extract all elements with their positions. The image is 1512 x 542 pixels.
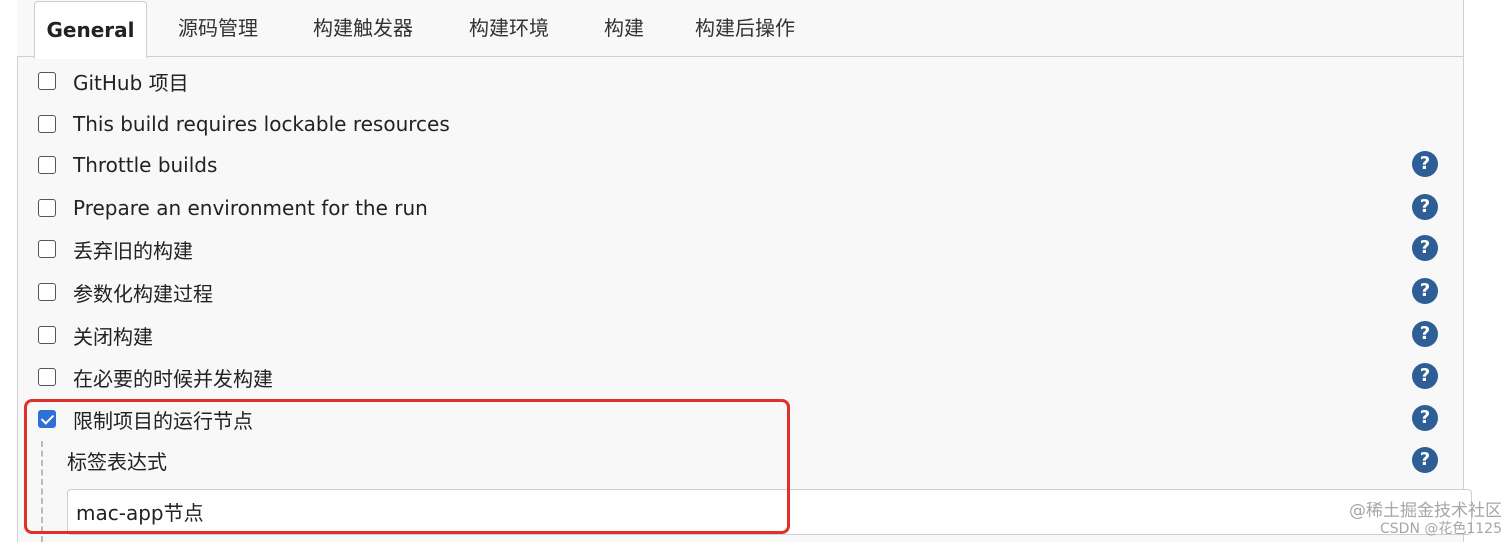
option-label: GitHub 项目	[73, 70, 189, 95]
tab-source-control[interactable]: 源码管理	[178, 0, 258, 56]
option-lockable-resources: This build requires lockable resources	[38, 109, 450, 139]
option-restrict-node: 限制项目的运行节点	[38, 404, 253, 434]
checkbox-lockable-resources[interactable]	[38, 115, 56, 133]
option-prepare-environment: Prepare an environment for the run	[38, 193, 428, 223]
help-icon[interactable]: ?	[1412, 235, 1438, 261]
watermark: @稀土掘金技术社区 CSDN @花色1125	[1349, 502, 1502, 538]
option-label: 丢弃旧的构建	[73, 238, 193, 263]
checkbox-github-project[interactable]	[38, 72, 56, 90]
checkbox-discard-old-builds[interactable]	[38, 240, 56, 258]
label-expression-input[interactable]: mac-app节点	[67, 489, 1472, 535]
tab-post-build-actions[interactable]: 构建后操作	[695, 0, 795, 56]
help-icon[interactable]: ?	[1412, 278, 1438, 304]
option-label: 限制项目的运行节点	[73, 408, 253, 433]
tab-general[interactable]: General	[34, 1, 147, 59]
checkbox-concurrent-builds[interactable]	[38, 368, 56, 386]
help-icon[interactable]: ?	[1412, 194, 1438, 220]
jenkins-job-config: General 源码管理 构建触发器 构建环境 构建 构建后操作 GitHub …	[0, 0, 1512, 542]
tab-build[interactable]: 构建	[604, 0, 644, 56]
checkbox-prepare-environment[interactable]	[38, 199, 56, 217]
option-label: This build requires lockable resources	[73, 112, 450, 136]
config-panel	[17, 0, 1464, 542]
option-concurrent-builds: 在必要的时候并发构建	[38, 362, 273, 392]
checkbox-parameterized-build[interactable]	[38, 283, 56, 301]
watermark-line-1: @稀土掘金技术社区	[1349, 501, 1502, 521]
checkbox-disable-build[interactable]	[38, 326, 56, 344]
checkbox-throttle-builds[interactable]	[38, 156, 56, 174]
option-label: 关闭构建	[73, 324, 153, 349]
watermark-line-2: CSDN @花色1125	[1380, 521, 1502, 537]
label-expression-label: 标签表达式	[67, 450, 167, 474]
option-label: Throttle builds	[73, 153, 218, 177]
option-github-project: GitHub 项目	[38, 66, 189, 96]
help-icon[interactable]: ?	[1412, 405, 1438, 431]
tab-build-environment[interactable]: 构建环境	[469, 0, 549, 56]
nested-section-divider	[41, 441, 43, 542]
help-icon[interactable]: ?	[1412, 321, 1438, 347]
option-parameterized-build: 参数化构建过程	[38, 277, 213, 307]
option-disable-build: 关闭构建	[38, 320, 153, 350]
checkbox-restrict-node[interactable]	[38, 410, 56, 428]
option-discard-old-builds: 丢弃旧的构建	[38, 234, 193, 264]
help-icon[interactable]: ?	[1412, 151, 1438, 177]
option-label: Prepare an environment for the run	[73, 196, 428, 220]
option-throttle-builds: Throttle builds	[38, 150, 217, 180]
tab-build-triggers[interactable]: 构建触发器	[313, 0, 413, 56]
help-icon[interactable]: ?	[1412, 447, 1438, 473]
option-label: 参数化构建过程	[73, 281, 213, 306]
tab-bar: General 源码管理 构建触发器 构建环境 构建 构建后操作	[17, 0, 1463, 59]
option-label: 在必要的时候并发构建	[73, 366, 273, 391]
help-icon[interactable]: ?	[1412, 363, 1438, 389]
